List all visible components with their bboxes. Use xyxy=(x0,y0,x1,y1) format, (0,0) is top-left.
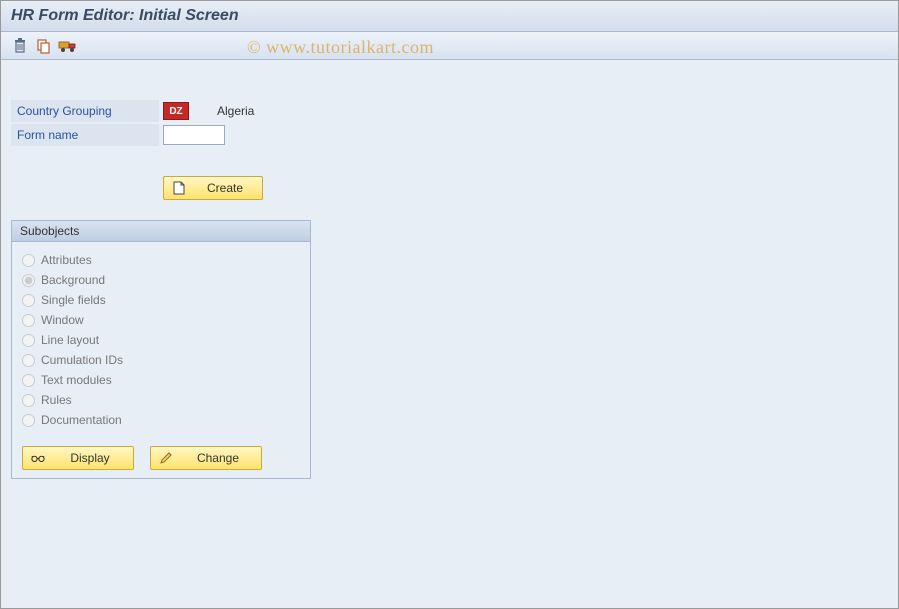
radio-documentation-input[interactable] xyxy=(22,414,35,427)
radio-rules[interactable]: Rules xyxy=(22,390,300,410)
change-button[interactable]: Change xyxy=(150,446,262,470)
create-button-row: Create xyxy=(163,176,888,200)
form-name-label: Form name xyxy=(11,124,159,146)
radio-cumulation-ids-input[interactable] xyxy=(22,354,35,367)
glasses-icon xyxy=(31,451,45,465)
radio-cumulation-ids[interactable]: Cumulation IDs xyxy=(22,350,300,370)
radio-single-fields[interactable]: Single fields xyxy=(22,290,300,310)
subobjects-groupbox: Subobjects Attributes Background Single … xyxy=(11,220,311,479)
subobjects-title: Subobjects xyxy=(12,221,310,242)
content-area: Country Grouping DZ Algeria Form name Cr… xyxy=(1,60,898,609)
copy-icon xyxy=(36,38,52,54)
form-name-row: Form name xyxy=(11,124,888,146)
form-name-input[interactable] xyxy=(163,125,225,145)
titlebar: HR Form Editor: Initial Screen xyxy=(1,1,898,32)
subobjects-body: Attributes Background Single fields Wind… xyxy=(12,242,310,478)
radio-single-fields-label: Single fields xyxy=(41,293,106,307)
display-button[interactable]: Display xyxy=(22,446,134,470)
transport-icon xyxy=(58,39,78,53)
create-button-label: Create xyxy=(196,181,254,195)
radio-text-modules-label: Text modules xyxy=(41,373,112,387)
radio-cumulation-ids-label: Cumulation IDs xyxy=(41,353,123,367)
change-button-label: Change xyxy=(183,451,253,465)
create-button[interactable]: Create xyxy=(163,176,263,200)
radio-attributes-input[interactable] xyxy=(22,254,35,267)
page-title: HR Form Editor: Initial Screen xyxy=(11,7,888,25)
radio-rules-label: Rules xyxy=(41,393,72,407)
radio-window-input[interactable] xyxy=(22,314,35,327)
document-icon xyxy=(172,181,186,195)
radio-line-layout[interactable]: Line layout xyxy=(22,330,300,350)
radio-window[interactable]: Window xyxy=(22,310,300,330)
delete-button[interactable] xyxy=(11,37,29,55)
subobjects-buttons: Display Change xyxy=(22,446,300,470)
radio-text-modules[interactable]: Text modules xyxy=(22,370,300,390)
app-window: HR Form Editor: Initial Screen xyxy=(0,0,899,609)
radio-window-label: Window xyxy=(41,313,84,327)
radio-rules-input[interactable] xyxy=(22,394,35,407)
radio-line-layout-input[interactable] xyxy=(22,334,35,347)
copy-button[interactable] xyxy=(35,37,53,55)
radio-background-label: Background xyxy=(41,273,105,287)
radio-documentation[interactable]: Documentation xyxy=(22,410,300,430)
radio-line-layout-label: Line layout xyxy=(41,333,99,347)
country-grouping-row: Country Grouping DZ Algeria xyxy=(11,100,888,122)
transport-button[interactable] xyxy=(59,37,77,55)
country-grouping-value[interactable]: DZ xyxy=(163,102,189,120)
country-grouping-label: Country Grouping xyxy=(11,100,159,122)
pencil-icon xyxy=(159,451,173,465)
radio-background[interactable]: Background xyxy=(22,270,300,290)
toolbar xyxy=(1,32,898,60)
radio-attributes[interactable]: Attributes xyxy=(22,250,300,270)
radio-attributes-label: Attributes xyxy=(41,253,92,267)
display-button-label: Display xyxy=(55,451,125,465)
country-grouping-desc: Algeria xyxy=(217,104,254,118)
radio-documentation-label: Documentation xyxy=(41,413,122,427)
delete-icon xyxy=(13,38,27,54)
radio-single-fields-input[interactable] xyxy=(22,294,35,307)
radio-background-input[interactable] xyxy=(22,274,35,287)
radio-text-modules-input[interactable] xyxy=(22,374,35,387)
